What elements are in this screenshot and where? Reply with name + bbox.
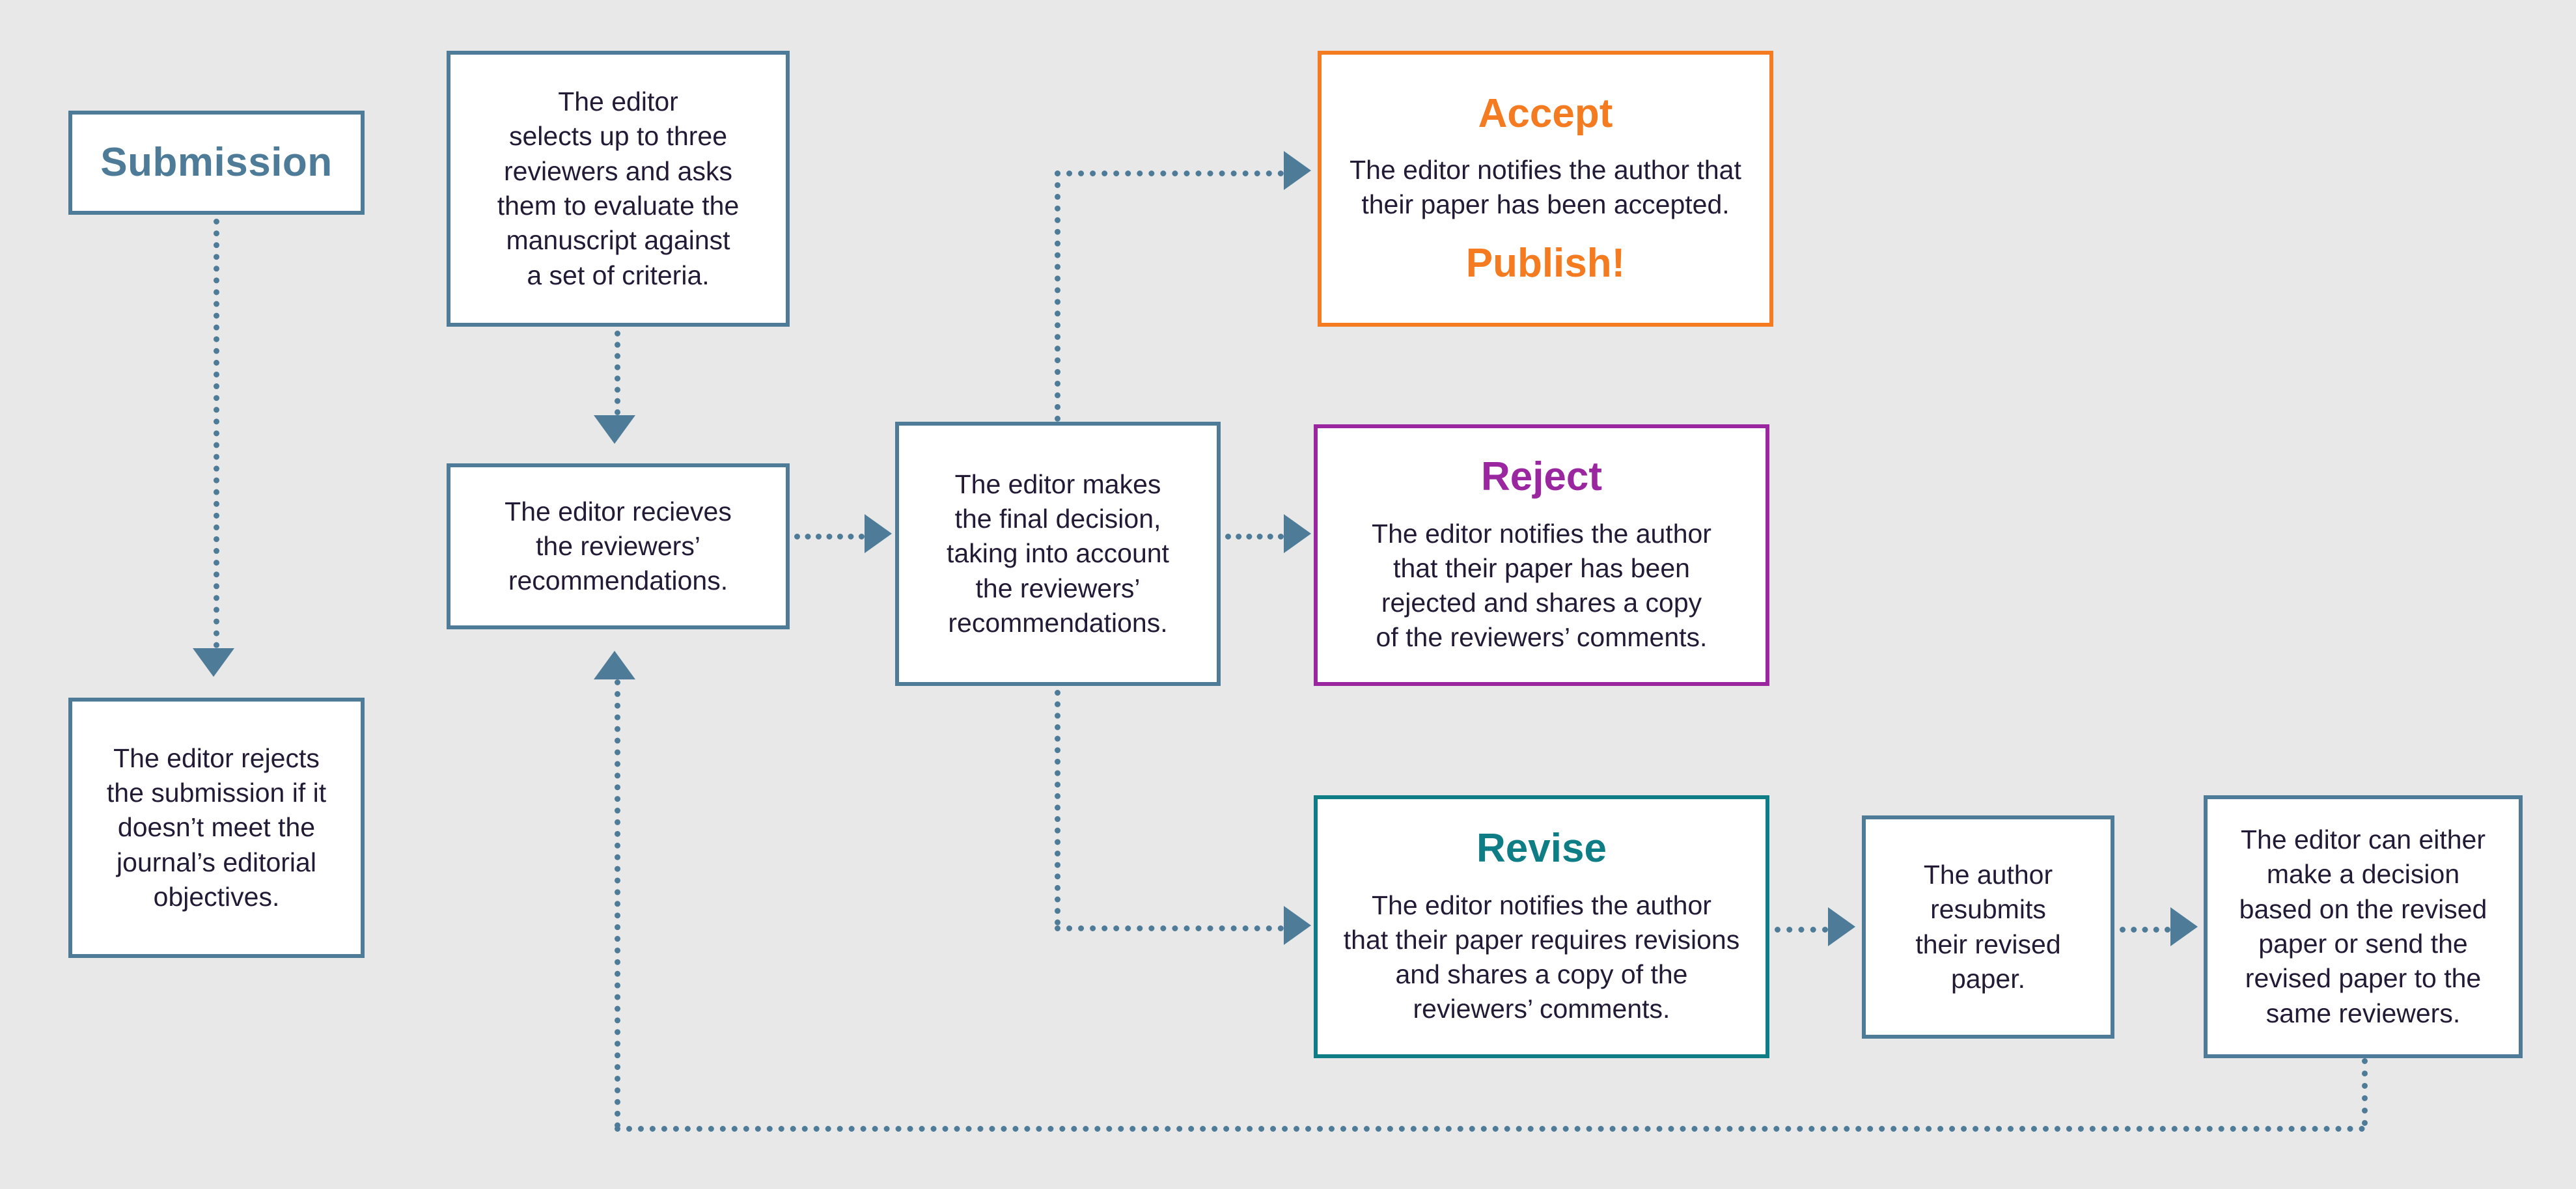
connector-final-decision-to-revise-arrowhead [1284,906,1311,945]
flowchart-canvas: Submission The editor rejects the submis… [0,0,2576,1189]
connector-submission-to-desk-reject-line [214,219,219,648]
connector-receive-to-final-decision-arrowhead [865,514,892,553]
connector-final-decision-to-revise-vertical [1055,690,1060,925]
node-second-decision-body: The editor can either make a decision ba… [2239,825,2487,1028]
node-revise[interactable]: Revise The editor notifies the author th… [1314,795,1769,1058]
connector-feedback-loop-arrowhead [594,651,635,679]
connector-submission-to-desk-reject-arrowhead [193,648,234,677]
node-accept-footer: Publish! [1465,241,1626,286]
connector-receive-to-final-decision-line [794,534,865,540]
node-accept-body: The editor notifies the author that thei… [1350,154,1741,219]
connector-resubmit-to-second-decision-arrowhead [2170,907,2198,946]
connector-feedback-loop-right-vertical [2362,1058,2368,1126]
node-receive-recommendations-body: The editor recieves the reviewers’ recom… [505,496,732,596]
node-final-decision[interactable]: The editor makes the final decision, tak… [895,422,1221,686]
connector-feedback-loop-bottom-horizontal [615,1126,2366,1132]
connector-final-decision-to-accept-arrowhead [1284,151,1311,190]
connector-select-reviewers-to-receive-arrowhead [594,415,635,444]
node-select-reviewers-body: The editor selects up to three reviewers… [497,87,740,290]
node-desk-reject[interactable]: The editor rejects the submission if it … [68,698,365,958]
node-reject[interactable]: Reject The editor notifies the author th… [1314,424,1769,686]
connector-final-decision-to-accept-vertical [1055,171,1060,422]
node-submission[interactable]: Submission [68,111,365,215]
node-revise-heading: Revise [1476,826,1607,871]
node-receive-recommendations[interactable]: The editor recieves the reviewers’ recom… [447,463,790,629]
connector-resubmit-to-second-decision-line [2120,927,2170,933]
node-submission-label: Submission [100,139,333,185]
connector-final-decision-to-accept-horizontal [1055,171,1284,176]
node-reject-body: The editor notifies the author that thei… [1372,518,1711,653]
node-resubmit-body: The author resubmits their revised paper… [1915,859,2061,994]
node-reject-heading: Reject [1480,454,1603,500]
node-accept[interactable]: Accept The editor notifies the author th… [1318,51,1773,327]
node-desk-reject-body: The editor rejects the submission if it … [106,743,327,912]
connector-feedback-loop-left-vertical [615,679,620,1128]
node-select-reviewers[interactable]: The editor selects up to three reviewers… [447,51,790,327]
node-final-decision-body: The editor makes the final decision, tak… [947,469,1169,638]
node-revise-body: The editor notifies the author that thei… [1343,890,1740,1024]
connector-revise-to-resubmit-line [1775,927,1828,933]
connector-final-decision-to-reject-arrowhead [1284,514,1311,553]
node-accept-heading: Accept [1478,90,1613,136]
connector-final-decision-to-revise-horizontal [1055,925,1284,931]
connector-revise-to-resubmit-arrowhead [1828,907,1855,946]
connector-select-reviewers-to-receive-line [615,331,620,415]
node-resubmit[interactable]: The author resubmits their revised paper… [1862,815,2114,1039]
connector-final-decision-to-reject-line [1225,534,1284,540]
node-second-decision[interactable]: The editor can either make a decision ba… [2204,795,2523,1058]
